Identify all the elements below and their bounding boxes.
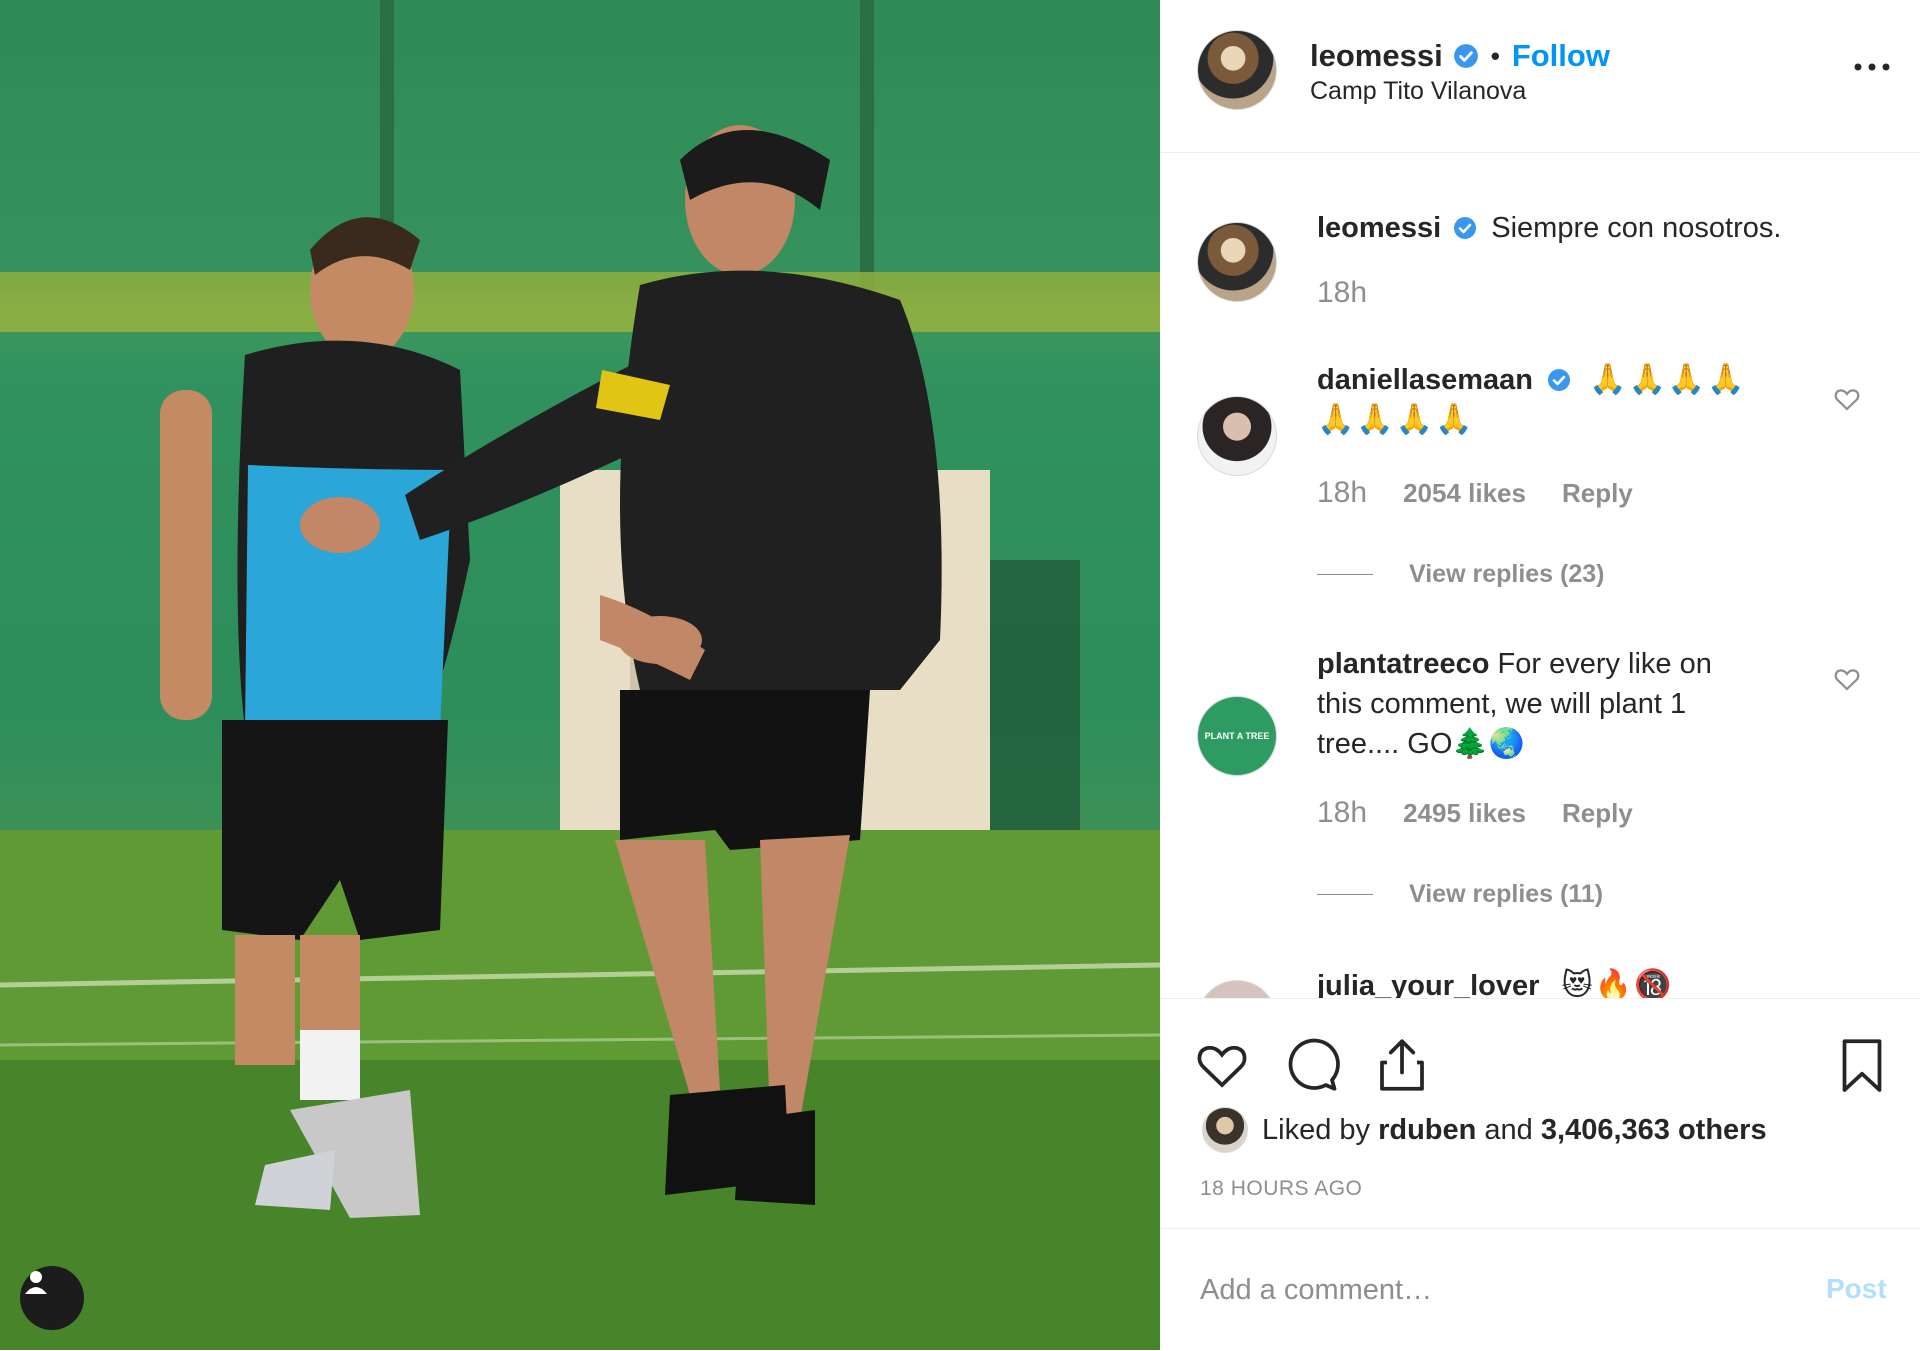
comment-username[interactable]: daniellasemaan	[1317, 364, 1533, 396]
liked-by-prefix: Liked by	[1262, 1113, 1371, 1146]
post-photo[interactable]	[0, 0, 1160, 1350]
post-time-ago[interactable]: 18 HOURS AGO	[1200, 1177, 1362, 1201]
view-replies-label: View replies (23)	[1409, 560, 1605, 588]
comment-icon[interactable]	[1282, 1035, 1342, 1095]
heart-icon[interactable]	[1192, 1035, 1252, 1095]
instagram-post-view: leomessi • Follow Camp Tito Vilanova leo…	[0, 0, 1920, 1350]
comment-text-block: daniellasemaan 🙏🙏🙏🙏 🙏🙏🙏🙏	[1317, 360, 1797, 440]
liker-avatar[interactable]	[1202, 1107, 1248, 1153]
author-line: leomessi • Follow	[1310, 38, 1610, 74]
post-side-panel: leomessi • Follow Camp Tito Vilanova leo…	[1160, 0, 1920, 1350]
comment-meta: 18h 2054 likes Reply	[1317, 476, 1633, 510]
post-actions: Liked by rduben and 3,406,363 others 18 …	[1160, 998, 1920, 1229]
photo-illustration	[0, 0, 1160, 1350]
comment-likes[interactable]: 2054 likes	[1403, 478, 1526, 509]
verified-badge-icon	[1453, 44, 1478, 68]
comment-text: 🙏🙏🙏🙏	[1589, 363, 1747, 396]
commenter-avatar[interactable]: PLANT A TREE	[1197, 696, 1277, 776]
verified-badge-icon	[1454, 217, 1477, 239]
verified-badge-icon	[1548, 369, 1571, 391]
separator-dot: •	[1490, 40, 1500, 71]
caption-username[interactable]: leomessi	[1317, 212, 1441, 244]
view-replies-label: View replies (11)	[1409, 880, 1604, 908]
comment-like-heart-icon[interactable]	[1832, 664, 1862, 694]
reply-button[interactable]: Reply	[1562, 798, 1633, 829]
commenter-avatar[interactable]	[1197, 396, 1277, 476]
follow-button[interactable]: Follow	[1512, 38, 1610, 74]
caption-avatar[interactable]	[1197, 222, 1277, 302]
reply-button[interactable]: Reply	[1562, 478, 1633, 509]
user-tag-button[interactable]	[20, 1266, 84, 1330]
view-replies-button[interactable]: View replies (11)	[1317, 880, 1603, 909]
replies-divider-line	[1317, 894, 1373, 895]
comment-meta: 18h 2495 likes Reply	[1317, 796, 1633, 830]
replies-divider-line	[1317, 574, 1373, 575]
bookmark-icon[interactable]	[1832, 1035, 1892, 1095]
caption-text: Siempre con nosotros.	[1491, 212, 1782, 244]
add-comment-input[interactable]	[1198, 1267, 1762, 1313]
comment-text-continued: 🙏🙏🙏🙏	[1317, 403, 1475, 436]
post-comment-button[interactable]: Post	[1826, 1273, 1887, 1305]
comments-list[interactable]: leomessi Siempre con nosotros. 18h danie…	[1160, 152, 1920, 998]
liked-by-count[interactable]: 3,406,363 others	[1541, 1114, 1767, 1147]
author-username[interactable]: leomessi	[1310, 38, 1443, 74]
user-tag-icon	[25, 1271, 47, 1294]
comment-text: 😻🔥🔞	[1561, 969, 1674, 998]
liked-by-user[interactable]: rduben	[1378, 1114, 1476, 1147]
comment-time[interactable]: 18h	[1317, 476, 1367, 510]
view-replies-button[interactable]: View replies (23)	[1317, 560, 1604, 589]
author-avatar[interactable]	[1197, 30, 1277, 110]
caption-time[interactable]: 18h	[1317, 276, 1367, 310]
caption-meta: 18h	[1317, 276, 1403, 310]
comment-text-block: plantatreeco For every like on this comm…	[1317, 644, 1757, 764]
more-options-icon[interactable]	[1850, 52, 1894, 82]
avatar-logo-text: PLANT A TREE	[1204, 731, 1270, 741]
post-location[interactable]: Camp Tito Vilanova	[1310, 77, 1526, 106]
liked-by-mid: and	[1484, 1113, 1533, 1146]
comment-username[interactable]: plantatreeco	[1317, 648, 1489, 680]
liked-by-line: Liked by rduben and 3,406,363 others	[1202, 1107, 1767, 1153]
post-header: leomessi • Follow Camp Tito Vilanova	[1160, 0, 1920, 153]
comment-text-block: julia_your_lover 😻🔥🔞	[1317, 966, 1797, 998]
caption-text-block: leomessi Siempre con nosotros.	[1317, 208, 1837, 248]
commenter-avatar[interactable]	[1197, 980, 1277, 998]
comment-likes[interactable]: 2495 likes	[1403, 798, 1526, 829]
share-icon[interactable]	[1372, 1035, 1432, 1095]
add-comment-bar: Post	[1160, 1228, 1920, 1351]
comment-like-heart-icon[interactable]	[1832, 384, 1862, 414]
comment-time[interactable]: 18h	[1317, 796, 1367, 830]
comment-username[interactable]: julia_your_lover	[1317, 970, 1539, 998]
